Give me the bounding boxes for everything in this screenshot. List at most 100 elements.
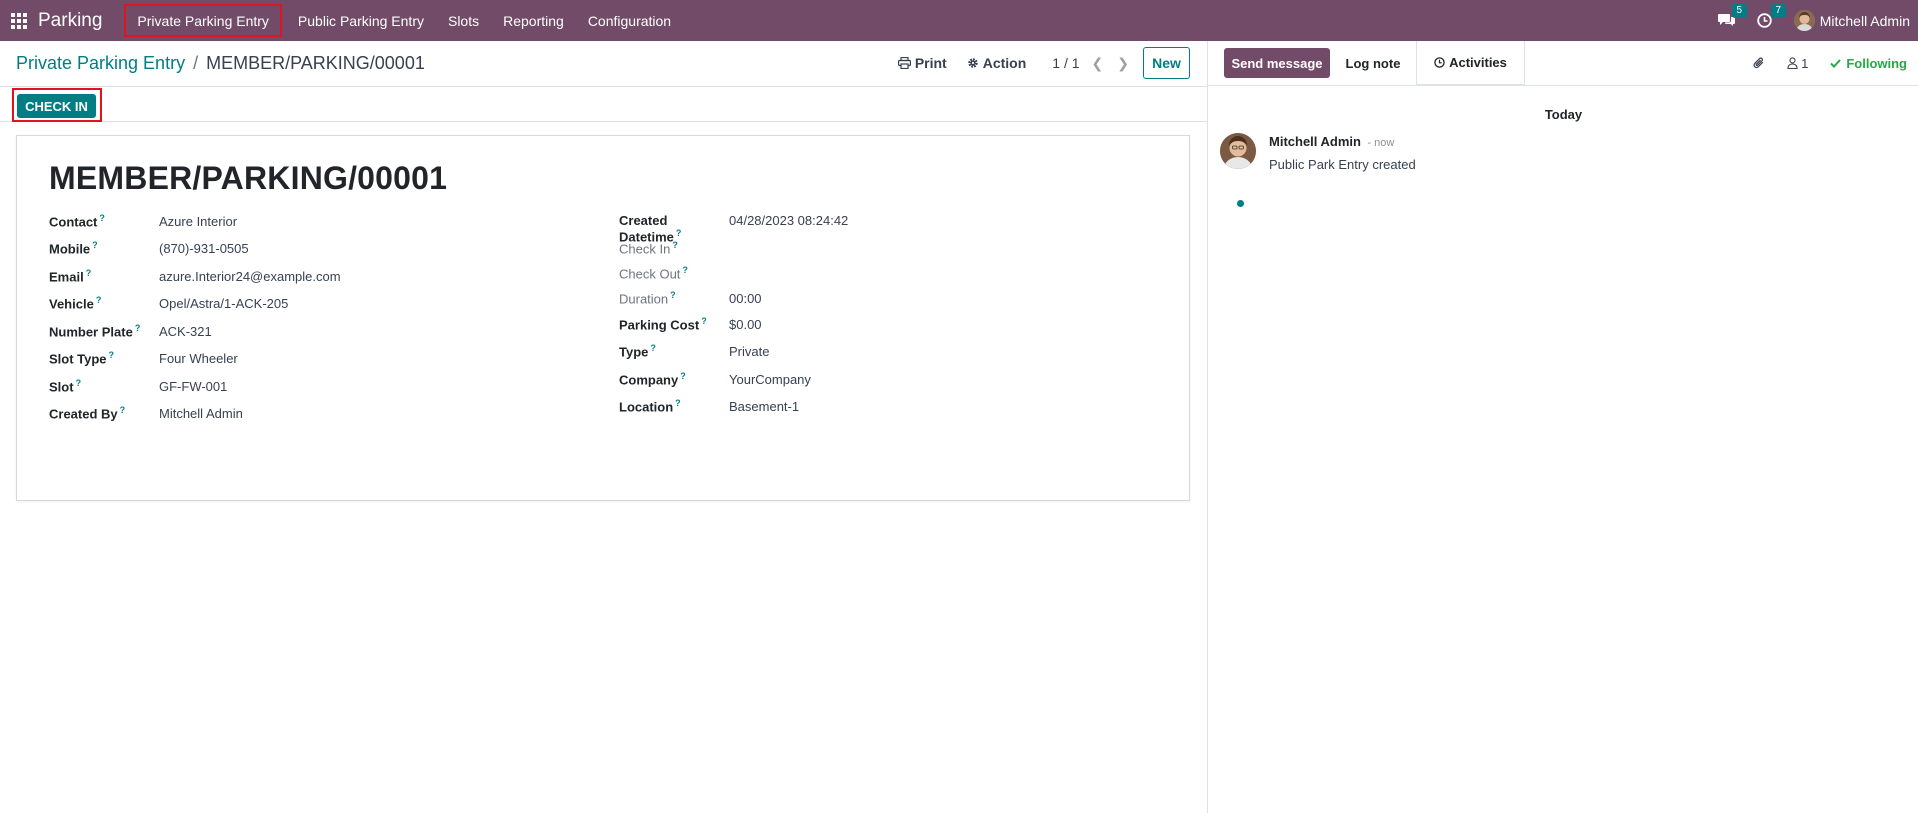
field-duration: Duration? 00:00 — [619, 290, 762, 306]
date-separator: Today — [1544, 107, 1583, 122]
record-title: MEMBER/PARKING/00001 — [49, 160, 448, 196]
chatter-message: Mitchell Admin - now Public Park Entry c… — [1220, 133, 1416, 172]
field-value[interactable]: Four Wheeler — [159, 351, 238, 366]
menu-item-reporting[interactable]: Reporting — [491, 0, 576, 41]
activities-tab-button[interactable]: Activities — [1417, 41, 1525, 85]
field-value[interactable]: azure.Interior24@example.com — [159, 269, 341, 284]
field-label: Slot Type? — [49, 350, 115, 367]
apps-grid-icon[interactable] — [0, 0, 38, 41]
attachment-button[interactable] — [1753, 56, 1765, 70]
message-body: Public Park Entry created — [1269, 157, 1416, 172]
field-value: 00:00 — [729, 291, 762, 307]
following-label: Following — [1846, 55, 1907, 71]
field-slot-type: Slot Type? Four Wheeler — [49, 350, 238, 366]
field-check-out: Check Out? — [619, 265, 729, 281]
field-value[interactable]: GF-FW-001 — [159, 379, 227, 394]
pager-value[interactable]: 1 / 1 — [1052, 55, 1079, 71]
field-value[interactable]: (870)-931-0505 — [159, 241, 249, 256]
field-label: Contact? — [49, 213, 105, 230]
clock-icon — [1434, 57, 1445, 68]
top-navbar: Parking Private Parking Entry Public Par… — [0, 0, 1918, 41]
control-panel: Private Parking Entry / MEMBER/PARKING/0… — [0, 41, 1207, 87]
menu-item-public-parking-entry[interactable]: Public Parking Entry — [286, 0, 436, 41]
online-status-dot — [1235, 198, 1246, 209]
print-label: Print — [914, 55, 947, 71]
user-name: Mitchell Admin — [1819, 12, 1910, 29]
field-label: Check In? — [619, 240, 678, 257]
field-label: Mobile? — [49, 240, 98, 257]
chatter-divider — [1208, 85, 1918, 86]
field-value[interactable]: Opel/Astra/1-ACK-205 — [159, 296, 288, 311]
field-label: Email? — [49, 268, 92, 285]
field-value[interactable]: $0.00 — [729, 317, 762, 332]
message-author[interactable]: Mitchell Admin — [1269, 134, 1361, 149]
field-parking-cost: Parking Cost? $0.00 — [619, 316, 762, 332]
field-value[interactable]: Private — [729, 344, 769, 359]
statusbar: CHECK IN — [0, 88, 1207, 122]
breadcrumb-parent-link[interactable]: Private Parking Entry — [16, 53, 185, 74]
breadcrumb-current: MEMBER/PARKING/00001 — [206, 53, 425, 73]
field-created-by: Created By? Mitchell Admin — [49, 405, 243, 421]
field-label: Number Plate? — [49, 323, 141, 340]
chevron-right-icon[interactable]: ❯ — [1117, 55, 1129, 72]
messages-count-badge: 5 — [1731, 4, 1747, 18]
field-label: Location? — [619, 398, 681, 415]
field-email: Email? azure.Interior24@example.com — [49, 268, 341, 284]
field-value[interactable]: Mitchell Admin — [159, 406, 243, 421]
field-label: Company? — [619, 371, 686, 388]
menu-item-private-parking-entry[interactable]: Private Parking Entry — [120, 0, 286, 41]
gear-icon — [968, 58, 978, 68]
field-mobile: Mobile? (870)-931-0505 — [49, 240, 249, 256]
field-label: Duration? — [619, 290, 676, 307]
menu-item-slots[interactable]: Slots — [436, 0, 491, 41]
field-contact: Contact? Azure Interior — [49, 213, 237, 229]
activities-label: Activities — [1449, 55, 1507, 70]
activities-button[interactable]: 7 — [1757, 4, 1786, 28]
field-value[interactable]: Azure Interior — [159, 214, 237, 229]
main-menu: Private Parking Entry Public Parking Ent… — [120, 0, 683, 41]
field-vehicle: Vehicle? Opel/Astra/1-ACK-205 — [49, 295, 288, 311]
field-value[interactable]: Basement-1 — [729, 399, 799, 414]
print-button[interactable]: Print — [897, 55, 947, 71]
menu-item-configuration[interactable]: Configuration — [576, 0, 683, 41]
checkin-highlight-frame: CHECK IN — [12, 88, 102, 122]
chatter-topbar: Send message Log note Activities 1 Follo… — [1208, 41, 1918, 85]
send-message-button[interactable]: Send message — [1224, 48, 1330, 78]
field-label: Slot? — [49, 378, 82, 395]
check-icon — [1830, 58, 1842, 68]
chevron-left-icon[interactable]: ❮ — [1092, 55, 1104, 72]
message-content: Mitchell Admin - now Public Park Entry c… — [1269, 133, 1416, 172]
form-area: MEMBER/PARKING/00001 Contact? Azure Inte… — [0, 122, 1207, 813]
field-slot: Slot? GF-FW-001 — [49, 378, 227, 394]
user-menu[interactable]: Mitchell Admin — [1793, 10, 1910, 31]
field-label: Vehicle? — [49, 295, 102, 312]
field-value[interactable]: 04/28/2023 08:24:42 — [729, 213, 848, 228]
form-sheet: MEMBER/PARKING/00001 Contact? Azure Inte… — [16, 135, 1190, 501]
avatar — [1793, 10, 1815, 31]
field-value[interactable]: YourCompany — [729, 372, 811, 387]
new-button[interactable]: New — [1143, 47, 1190, 79]
messages-button[interactable]: 5 — [1717, 4, 1747, 28]
field-label: Created By? — [49, 405, 126, 422]
log-note-button[interactable]: Log note — [1330, 41, 1417, 85]
control-actions: Print Action 1 / 1 ❮ ❯ New — [897, 47, 1207, 79]
following-button[interactable]: Following — [1830, 56, 1907, 71]
navbar-systray: 5 7 Mitchell Admin — [1717, 0, 1918, 41]
field-value[interactable]: ACK-321 — [159, 324, 212, 339]
field-number-plate: Number Plate? ACK-321 — [49, 323, 212, 339]
field-company: Company? YourCompany — [619, 371, 811, 387]
field-label: Type? — [619, 343, 656, 360]
followers-count: 1 — [1801, 55, 1809, 71]
message-time: - now — [1367, 137, 1395, 149]
field-location: Location? Basement-1 — [619, 398, 799, 414]
app-name[interactable]: Parking — [38, 10, 110, 32]
clock-icon — [1757, 13, 1772, 28]
action-button[interactable]: Action — [967, 55, 1026, 71]
avatar[interactable] — [1220, 133, 1256, 169]
user-icon — [1787, 57, 1798, 69]
chatter-panel: Send message Log note Activities 1 Follo… — [1207, 41, 1918, 813]
field-check-in: Check In? — [619, 240, 729, 256]
followers-button[interactable]: 1 — [1787, 56, 1808, 71]
activities-count-badge: 7 — [1770, 4, 1786, 18]
check-in-button[interactable]: CHECK IN — [17, 94, 96, 118]
